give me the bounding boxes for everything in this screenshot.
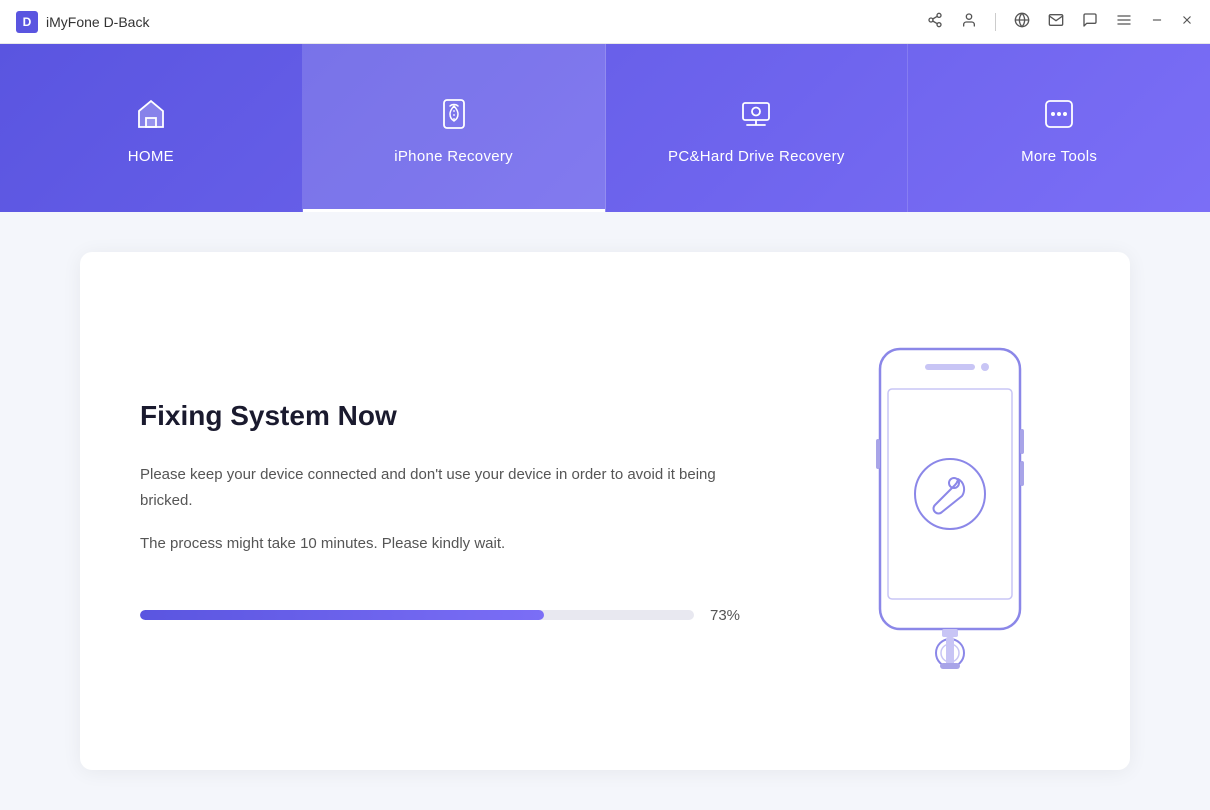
titlebar-right [927,12,1194,32]
home-icon [129,92,173,136]
nav-item-pc-recovery[interactable]: PC&Hard Drive Recovery [606,44,909,212]
fixing-title: Fixing System Now [140,398,750,434]
app-logo: D [16,11,38,33]
share-icon[interactable] [927,12,943,32]
phone-illustration [860,339,1020,684]
close-button[interactable] [1180,13,1194,31]
nav-label-iphone-recovery: iPhone Recovery [394,148,513,165]
minimize-button[interactable] [1150,13,1164,31]
chat-icon[interactable] [1082,12,1098,32]
mail-icon[interactable] [1048,12,1064,32]
nav-label-more-tools: More Tools [1021,148,1097,165]
progress-track [140,610,694,620]
progress-bar-container: 73% [140,607,750,624]
nav-item-iphone-recovery[interactable]: iPhone Recovery [303,44,606,212]
progress-section: 73% [140,607,750,624]
progress-fill [140,610,544,620]
user-icon[interactable] [961,12,977,32]
content-card: Fixing System Now Please keep your devic… [80,252,1130,770]
nav-label-pc-recovery: PC&Hard Drive Recovery [668,148,845,165]
content-right [810,339,1070,684]
fixing-description-1: Please keep your device connected and do… [140,462,750,513]
titlebar: D iMyFone D-Back [0,0,1210,44]
navbar: HOME iPhone Recovery PC&Hard Drive Recov… [0,44,1210,212]
progress-percent: 73% [710,607,750,624]
nav-item-home[interactable]: HOME [0,44,303,212]
iphone-recovery-icon [432,92,476,136]
content-left: Fixing System Now Please keep your devic… [140,398,810,624]
fixing-description-2: The process might take 10 minutes. Pleas… [140,531,750,557]
location-icon[interactable] [1014,12,1030,32]
more-tools-icon [1037,92,1081,136]
pc-recovery-icon [734,92,778,136]
nav-item-more-tools[interactable]: More Tools [908,44,1210,212]
titlebar-left: D iMyFone D-Back [16,11,149,33]
nav-label-home: HOME [128,148,174,165]
menu-icon[interactable] [1116,12,1132,32]
app-title: iMyFone D-Back [46,14,149,30]
titlebar-divider [995,13,996,31]
main-content: Fixing System Now Please keep your devic… [0,212,1210,810]
window-controls [1150,13,1194,31]
